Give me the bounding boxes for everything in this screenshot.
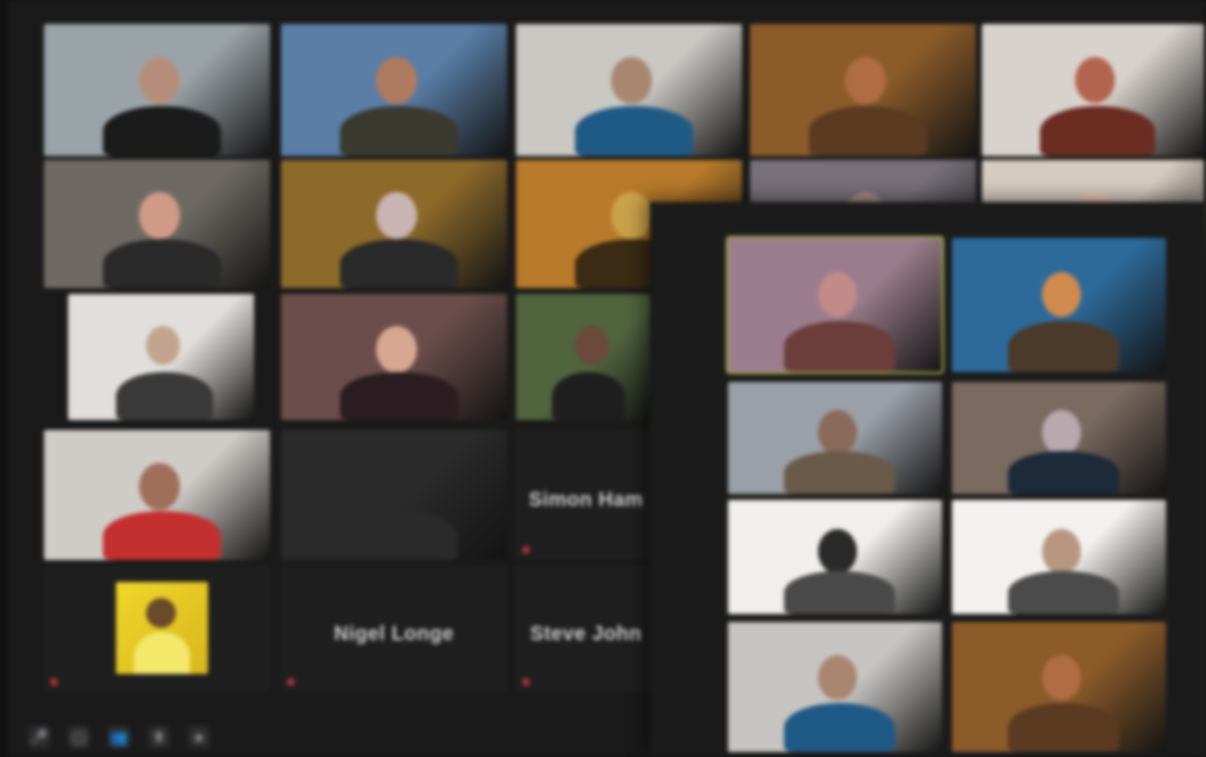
participant-head [575,326,609,365]
participant-head [1042,410,1081,455]
participant-tile[interactable] [44,24,270,156]
participant-tile[interactable] [281,160,507,288]
participant-name-tile[interactable]: Simon Ham [516,430,656,560]
participant-body [103,239,221,288]
participant-head [1042,272,1081,317]
participant-head [376,57,417,104]
participant-head [818,655,857,700]
participant-avatar-tile[interactable] [44,566,270,692]
participant-head [611,57,652,104]
participant-tile[interactable] [281,294,507,420]
share-glyph: ⬆ [153,729,165,745]
participant-body [1008,451,1119,494]
participant-tile[interactable] [952,238,1166,372]
participant-body [552,372,625,420]
participant-tile[interactable] [516,24,742,156]
mic-muted-icon [50,678,58,686]
meeting-toolbar: 🎤 ▢ 👥 ⬆ ● [8,717,658,757]
participant-body [340,511,458,560]
participant-avatar-image [116,582,208,674]
participant-tile[interactable] [728,500,942,614]
participant-body [784,451,895,494]
mic-muted-icon [287,678,295,686]
participant-body [134,632,190,674]
participant-body [784,703,895,752]
video-icon[interactable]: ▢ [68,726,90,748]
participant-tile[interactable] [281,430,507,560]
participant-tile[interactable] [726,236,944,374]
participant-name-tile[interactable]: Nigel Longe [281,566,507,692]
participant-body [809,106,927,156]
participant-head [818,529,857,574]
participant-tile[interactable] [952,500,1166,614]
participant-head [376,192,417,239]
mic-muted-icon [522,678,530,686]
participant-head [376,463,417,510]
participant-tile[interactable] [750,24,976,156]
participant-tile[interactable] [728,382,942,494]
video-glyph: ▢ [72,729,86,745]
participant-tile[interactable] [44,160,270,288]
participant-body [103,511,221,560]
participant-tile[interactable] [982,24,1204,156]
participant-head [1075,57,1115,103]
participant-head [146,598,176,628]
participants-grid-front [650,202,1206,757]
participant-body [1008,571,1119,614]
participant-tile[interactable] [281,24,507,156]
record-glyph: ● [194,729,204,745]
participant-body [1040,106,1155,156]
participants-glyph: 👥 [110,729,128,745]
participant-tile[interactable] [952,382,1166,494]
participant-head [139,463,180,510]
participant-tile[interactable] [728,622,942,752]
participant-body [116,372,213,420]
participant-head [1042,655,1081,700]
participant-head [139,57,180,104]
participant-tile[interactable] [68,294,254,420]
participant-body [575,106,693,156]
participant-body [340,239,458,288]
participant-tile[interactable] [952,622,1166,752]
mic-muted-icon [522,546,530,554]
participant-name: Nigel Longe [334,622,454,645]
participant-body [340,106,458,156]
mic-glyph: 🎤 [30,729,48,745]
participant-head [611,192,652,239]
participant-body [784,571,895,614]
participant-body [103,106,221,156]
mic-icon[interactable]: 🎤 [28,726,50,748]
share-icon[interactable]: ⬆ [148,726,170,748]
participant-head [845,57,886,104]
participant-body [1008,703,1119,752]
participant-name: Steve John [530,622,642,645]
participant-tile[interactable] [44,430,270,560]
participant-name: Simon Ham [528,488,644,511]
participant-head [139,192,180,239]
participant-name-tile[interactable]: Steve John [516,566,656,692]
participants-icon[interactable]: 👥 [108,726,130,748]
participant-head [146,326,180,365]
participant-body [340,372,458,420]
participant-body [784,321,895,372]
participant-body [1008,321,1119,372]
participant-head [818,272,857,317]
video-conference-window: Simon Ham Nigel Longe Steve John 🎤 ▢ 👥 ⬆… [0,0,1206,757]
participant-tile[interactable] [516,294,656,420]
record-icon[interactable]: ● [188,726,210,748]
participant-head [376,326,417,373]
participant-head [818,410,857,455]
participant-head [1042,529,1081,574]
